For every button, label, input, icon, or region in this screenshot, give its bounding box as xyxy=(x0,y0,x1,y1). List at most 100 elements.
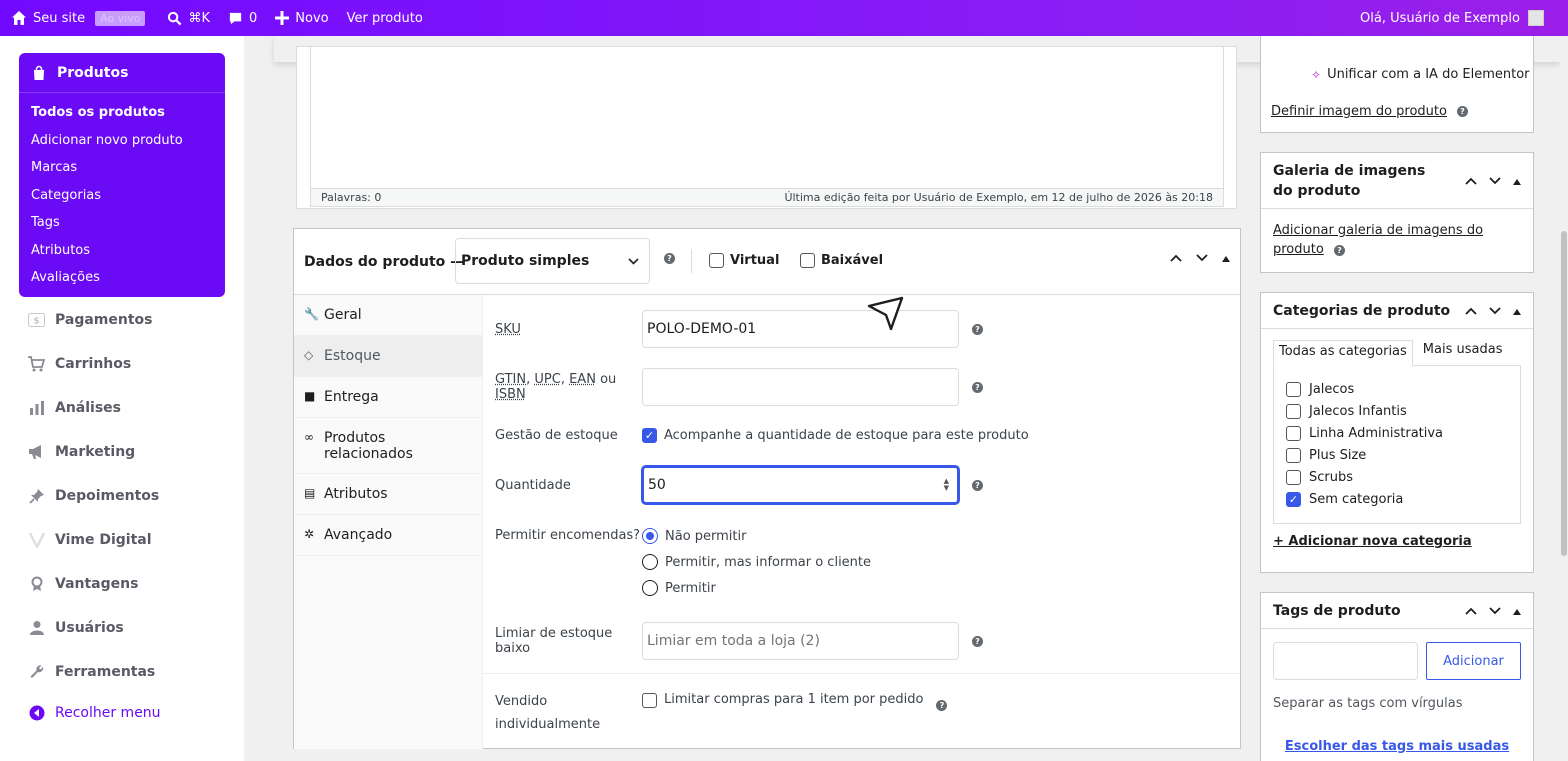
sidebar-item-label: Análises xyxy=(55,400,121,416)
category-item[interactable]: Linha Administrativa xyxy=(1286,422,1508,444)
downloadable-checkbox[interactable]: Baixável xyxy=(800,253,883,268)
option-label: Permitir, mas informar o cliente xyxy=(665,555,871,570)
collapse-menu-button[interactable]: Recolher menu xyxy=(28,704,161,721)
gtin-input[interactable] xyxy=(642,368,959,406)
toggle-panel-icon[interactable] xyxy=(1513,604,1521,618)
toggle-panel-icon[interactable] xyxy=(1513,174,1521,188)
add-tag-button[interactable]: Adicionar xyxy=(1426,642,1521,680)
divider xyxy=(691,249,692,273)
checkbox-box[interactable] xyxy=(800,253,815,268)
site-link[interactable]: Seu site Ao vivo xyxy=(11,0,145,36)
submenu-reviews[interactable]: Avaliações xyxy=(19,264,225,292)
move-up-icon[interactable] xyxy=(1170,251,1182,266)
category-item[interactable]: Jalecos Infantis xyxy=(1286,400,1508,422)
sidebar-item-marketing[interactable]: Marketing xyxy=(28,443,135,460)
stock-management-checkbox[interactable]: ✓ xyxy=(642,428,657,443)
category-item[interactable]: Plus Size xyxy=(1286,444,1508,466)
quantity-stepper[interactable]: 50 ▲ ▼ xyxy=(642,466,959,504)
user-icon xyxy=(28,619,45,636)
submenu-categories[interactable]: Categorias xyxy=(19,182,225,210)
page-scrollbar[interactable] xyxy=(1560,36,1568,761)
sidebar-item-vime-digital[interactable]: Vime Digital xyxy=(28,531,152,548)
help-icon[interactable]: ? xyxy=(972,382,983,393)
toggle-panel-icon[interactable] xyxy=(1513,304,1521,318)
move-down-icon[interactable] xyxy=(1196,251,1208,266)
product-data-title: Dados do produto — xyxy=(304,254,464,270)
new-button[interactable]: Novo xyxy=(275,0,328,36)
set-product-image-link[interactable]: Definir imagem do produto xyxy=(1271,104,1447,119)
backorder-option-notify[interactable]: Permitir, mas informar o cliente xyxy=(642,554,871,570)
virtual-checkbox[interactable]: Virtual xyxy=(709,253,779,268)
submenu-tags[interactable]: Tags xyxy=(19,209,225,237)
sku-input[interactable]: POLO-DEMO-01 xyxy=(642,310,959,348)
category-item[interactable]: ✓ Sem categoria xyxy=(1286,488,1508,510)
tab-linked-products[interactable]: ∞ Produtos relacionados xyxy=(294,418,482,474)
checkbox-box[interactable] xyxy=(1286,426,1301,441)
tab-most-used[interactable]: Mais usadas xyxy=(1413,339,1513,365)
submenu-all-products[interactable]: Todos os produtos xyxy=(19,99,225,127)
help-icon[interactable]: ? xyxy=(972,636,983,647)
submenu-attributes[interactable]: Atributos xyxy=(19,237,225,265)
move-down-icon[interactable] xyxy=(1489,174,1501,188)
checkbox-box[interactable] xyxy=(1286,382,1301,397)
help-icon[interactable]: ? xyxy=(936,700,947,711)
move-down-icon[interactable] xyxy=(1489,304,1501,318)
tab-shipping[interactable]: ■ Entrega xyxy=(294,377,482,418)
checkbox-box[interactable] xyxy=(1286,448,1301,463)
backorder-option-no[interactable]: Não permitir xyxy=(642,528,871,544)
sidebar-item-perks[interactable]: Vantagens xyxy=(28,575,138,592)
product-type-select[interactable]: Produto simples xyxy=(455,238,650,284)
toggle-panel-icon[interactable] xyxy=(1222,251,1230,266)
sidebar-item-payments[interactable]: $ Pagamentos xyxy=(28,311,153,328)
move-up-icon[interactable] xyxy=(1465,174,1477,188)
account-menu[interactable]: Olá, Usuário de Exemplo xyxy=(1360,0,1544,36)
submenu-add-product[interactable]: Adicionar novo produto xyxy=(19,127,225,155)
products-menu-header[interactable]: Produtos xyxy=(19,53,225,93)
tab-general[interactable]: 🔧 Geral xyxy=(294,295,482,336)
sidebar-item-testimonials[interactable]: Depoimentos xyxy=(28,487,159,504)
quantity-row: Quantidade 50 ▲ ▼ ? xyxy=(495,466,983,504)
sidebar-item-analytics[interactable]: Análises xyxy=(28,399,121,416)
comments-button[interactable]: 0 xyxy=(228,0,257,36)
sparkle-icon: ✧ xyxy=(1311,68,1321,82)
low-stock-label: Limiar de estoque baixo xyxy=(495,626,642,656)
checkbox-box[interactable] xyxy=(1286,470,1301,485)
checkbox-box[interactable] xyxy=(1286,404,1301,419)
radio-button[interactable] xyxy=(642,528,658,544)
add-gallery-link[interactable]: Adicionar galeria de imagens do produto xyxy=(1273,223,1483,257)
tags-input[interactable] xyxy=(1273,642,1418,680)
move-up-icon[interactable] xyxy=(1465,604,1477,618)
category-item[interactable]: Scrubs xyxy=(1286,466,1508,488)
scrollbar-thumb[interactable] xyxy=(1561,231,1567,556)
sold-individually-checkbox[interactable] xyxy=(642,693,657,708)
search-button[interactable]: ⌘K xyxy=(167,0,210,36)
checkbox-box[interactable] xyxy=(709,253,724,268)
sidebar-item-users[interactable]: Usuários xyxy=(28,619,124,636)
help-icon[interactable]: ? xyxy=(1457,106,1468,117)
help-icon[interactable]: ? xyxy=(664,253,675,264)
sidebar-item-tools[interactable]: Ferramentas xyxy=(28,663,155,680)
radio-button[interactable] xyxy=(642,554,658,570)
help-icon[interactable]: ? xyxy=(972,324,983,335)
popular-tags-link[interactable]: Escolher das tags mais usadas xyxy=(1285,739,1509,754)
low-stock-input[interactable]: Limiar em toda a loja (2) xyxy=(642,622,959,660)
radio-button[interactable] xyxy=(642,580,658,596)
tab-inventory[interactable]: ◇ Estoque xyxy=(294,336,482,377)
checkbox-box[interactable]: ✓ xyxy=(1286,492,1301,507)
move-up-icon[interactable] xyxy=(1465,304,1477,318)
tab-advanced[interactable]: ✲ Avançado xyxy=(294,515,482,556)
category-item[interactable]: Jalecos xyxy=(1286,378,1508,400)
help-icon[interactable]: ? xyxy=(972,480,983,491)
sidebar-item-carts[interactable]: Carrinhos xyxy=(28,355,131,372)
editor-textarea[interactable]: Palavras: 0 Última edição feita por Usuá… xyxy=(310,47,1224,207)
view-product-link[interactable]: Ver produto xyxy=(347,0,423,36)
backorder-option-yes[interactable]: Permitir xyxy=(642,580,871,596)
tab-attributes[interactable]: ▤ Atributos xyxy=(294,474,482,515)
submenu-brands[interactable]: Marcas xyxy=(19,154,225,182)
move-down-icon[interactable] xyxy=(1489,604,1501,618)
help-icon[interactable]: ? xyxy=(1334,245,1345,256)
add-category-link[interactable]: + Adicionar nova categoria xyxy=(1273,534,1472,549)
elementor-ai-link[interactable]: ✧ Unificar com a IA do Elementor xyxy=(1311,67,1530,82)
tab-all-categories[interactable]: Todas as categorias xyxy=(1273,340,1413,366)
spinner-arrows-icon[interactable]: ▲ ▼ xyxy=(944,478,949,492)
